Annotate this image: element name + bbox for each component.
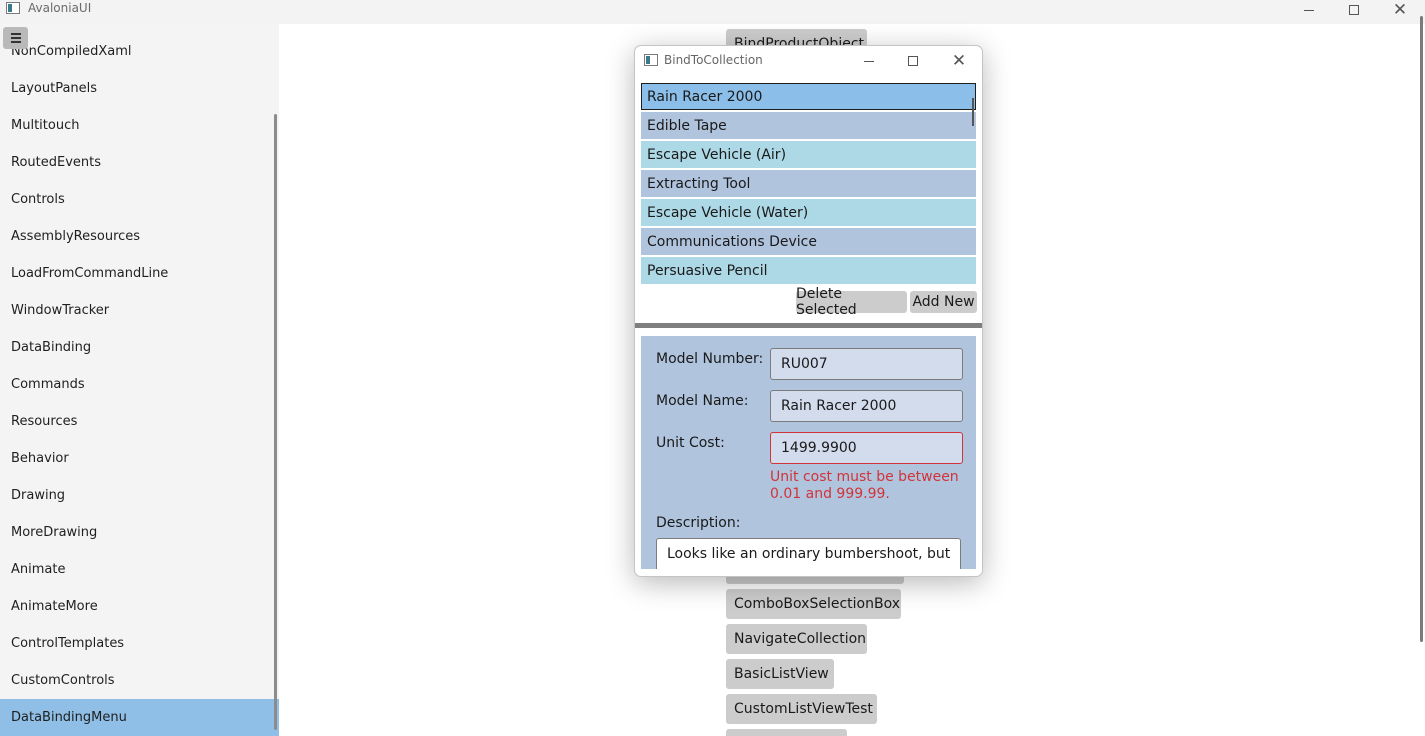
product-list-item[interactable]: Persuasive Pencil xyxy=(641,257,976,284)
demo-button-datagridtest[interactable]: DataGridTest xyxy=(726,729,847,736)
app-icon xyxy=(6,2,20,14)
demo-button-comboboxselectionbox[interactable]: ComboBoxSelectionBox xyxy=(726,589,901,619)
product-list-item[interactable]: Communications Device xyxy=(641,228,976,255)
sidebar-item-loadfromcommandline[interactable]: LoadFromCommandLine xyxy=(0,255,279,292)
hamburger-menu-button[interactable] xyxy=(3,27,28,49)
window-title: AvaloniaUI xyxy=(28,1,92,15)
add-new-button[interactable]: Add New xyxy=(910,291,977,313)
demo-button-navigatecollection[interactable]: NavigateCollection xyxy=(726,624,867,654)
demo-button-basiclistview[interactable]: BasicListView xyxy=(726,659,834,689)
sidebar-item-routedevents[interactable]: RoutedEvents xyxy=(0,144,279,181)
minimize-icon xyxy=(1304,9,1314,11)
description-field[interactable]: Looks like an ordinary bumbershoot, but xyxy=(656,538,961,569)
maximize-button[interactable] xyxy=(1331,0,1377,20)
minimize-icon xyxy=(864,60,874,62)
hamburger-menu-icon xyxy=(10,33,21,35)
app-window: AvaloniaUI ✕ NonCompiledXaml LayoutPanels… xyxy=(0,0,1425,736)
sidebar-item-behavior[interactable]: Behavior xyxy=(0,440,279,477)
sidebar-item-multitouch[interactable]: Multitouch xyxy=(0,107,279,144)
product-list-scrollbar[interactable] xyxy=(972,98,974,126)
unit-cost-error-message: Unit cost must be between 0.01 and 999.9… xyxy=(770,469,959,502)
sidebar-item-assemblyresources[interactable]: AssemblyResources xyxy=(0,218,279,255)
description-label: Description: xyxy=(656,515,741,531)
sidebar-item-controltemplates[interactable]: ControlTemplates xyxy=(0,625,279,662)
sidebar-item-animate[interactable]: Animate xyxy=(0,551,279,588)
demo-button-customlistviewtest[interactable]: CustomListViewTest xyxy=(726,694,877,724)
grid-splitter[interactable] xyxy=(635,323,982,328)
sidebar-item-drawing[interactable]: Drawing xyxy=(0,477,279,514)
dialog-title: BindToCollection xyxy=(664,53,763,67)
sidebar-item-commands[interactable]: Commands xyxy=(0,366,279,403)
product-list[interactable]: Rain Racer 2000 Edible Tape Escape Vehicle… xyxy=(641,83,976,285)
dialog-close-button[interactable]: ✕ xyxy=(946,51,972,71)
close-icon: ✕ xyxy=(1392,0,1408,20)
sidebar-item-customcontrols[interactable]: CustomControls xyxy=(0,662,279,699)
sidebar-item-animatemore[interactable]: AnimateMore xyxy=(0,588,279,625)
product-list-item[interactable]: Extracting Tool xyxy=(641,170,976,197)
sidebar-item-databindingmenu[interactable]: DataBindingMenu xyxy=(0,699,279,736)
sidebar-item-windowtracker[interactable]: WindowTracker xyxy=(0,292,279,329)
close-icon: ✕ xyxy=(951,50,967,71)
sidebar-item-noncompiledxaml[interactable]: NonCompiledXaml xyxy=(0,33,279,70)
dialog-minimize-button[interactable] xyxy=(856,51,882,71)
product-detail-panel: Model Number: RU007 Model Name: Rain Rac… xyxy=(641,336,976,569)
model-name-label: Model Name: xyxy=(656,393,749,409)
dialog-app-icon xyxy=(644,54,658,66)
sidebar-scrollbar[interactable] xyxy=(274,114,277,730)
model-name-field[interactable]: Rain Racer 2000 xyxy=(770,390,963,422)
product-list-item[interactable]: Edible Tape xyxy=(641,112,976,139)
model-number-field[interactable]: RU007 xyxy=(770,348,963,380)
model-number-label: Model Number: xyxy=(656,351,764,367)
close-button[interactable]: ✕ xyxy=(1377,0,1423,20)
delete-selected-button[interactable]: Delete Selected xyxy=(796,286,907,318)
maximize-icon xyxy=(908,56,918,66)
sidebar-item-controls[interactable]: Controls xyxy=(0,181,279,218)
dialog-title-bar: BindToCollection ✕ xyxy=(635,46,982,76)
minimize-button[interactable] xyxy=(1286,0,1332,20)
sidebar-item-resources[interactable]: Resources xyxy=(0,403,279,440)
main-scrollbar[interactable] xyxy=(1420,16,1423,642)
maximize-icon xyxy=(1349,5,1359,15)
sidebar-item-layoutpanels[interactable]: LayoutPanels xyxy=(0,70,279,107)
bind-to-collection-window: BindToCollection ✕ Rain Racer 2000 Edible… xyxy=(634,45,983,577)
title-bar: AvaloniaUI ✕ xyxy=(0,0,1425,24)
sidebar-item-databinding[interactable]: DataBinding xyxy=(0,329,279,366)
product-list-item[interactable]: Escape Vehicle (Air) xyxy=(641,141,976,168)
sidebar-item-moredrawing[interactable]: MoreDrawing xyxy=(0,514,279,551)
product-list-item[interactable]: Escape Vehicle (Water) xyxy=(641,199,976,226)
dialog-maximize-button[interactable] xyxy=(900,51,926,71)
sidebar: NonCompiledXaml LayoutPanels Multitouch Rou… xyxy=(0,24,279,736)
unit-cost-field[interactable]: 1499.9900 xyxy=(770,432,963,464)
product-list-item[interactable]: Rain Racer 2000 xyxy=(641,83,976,110)
unit-cost-label: Unit Cost: xyxy=(656,435,725,451)
